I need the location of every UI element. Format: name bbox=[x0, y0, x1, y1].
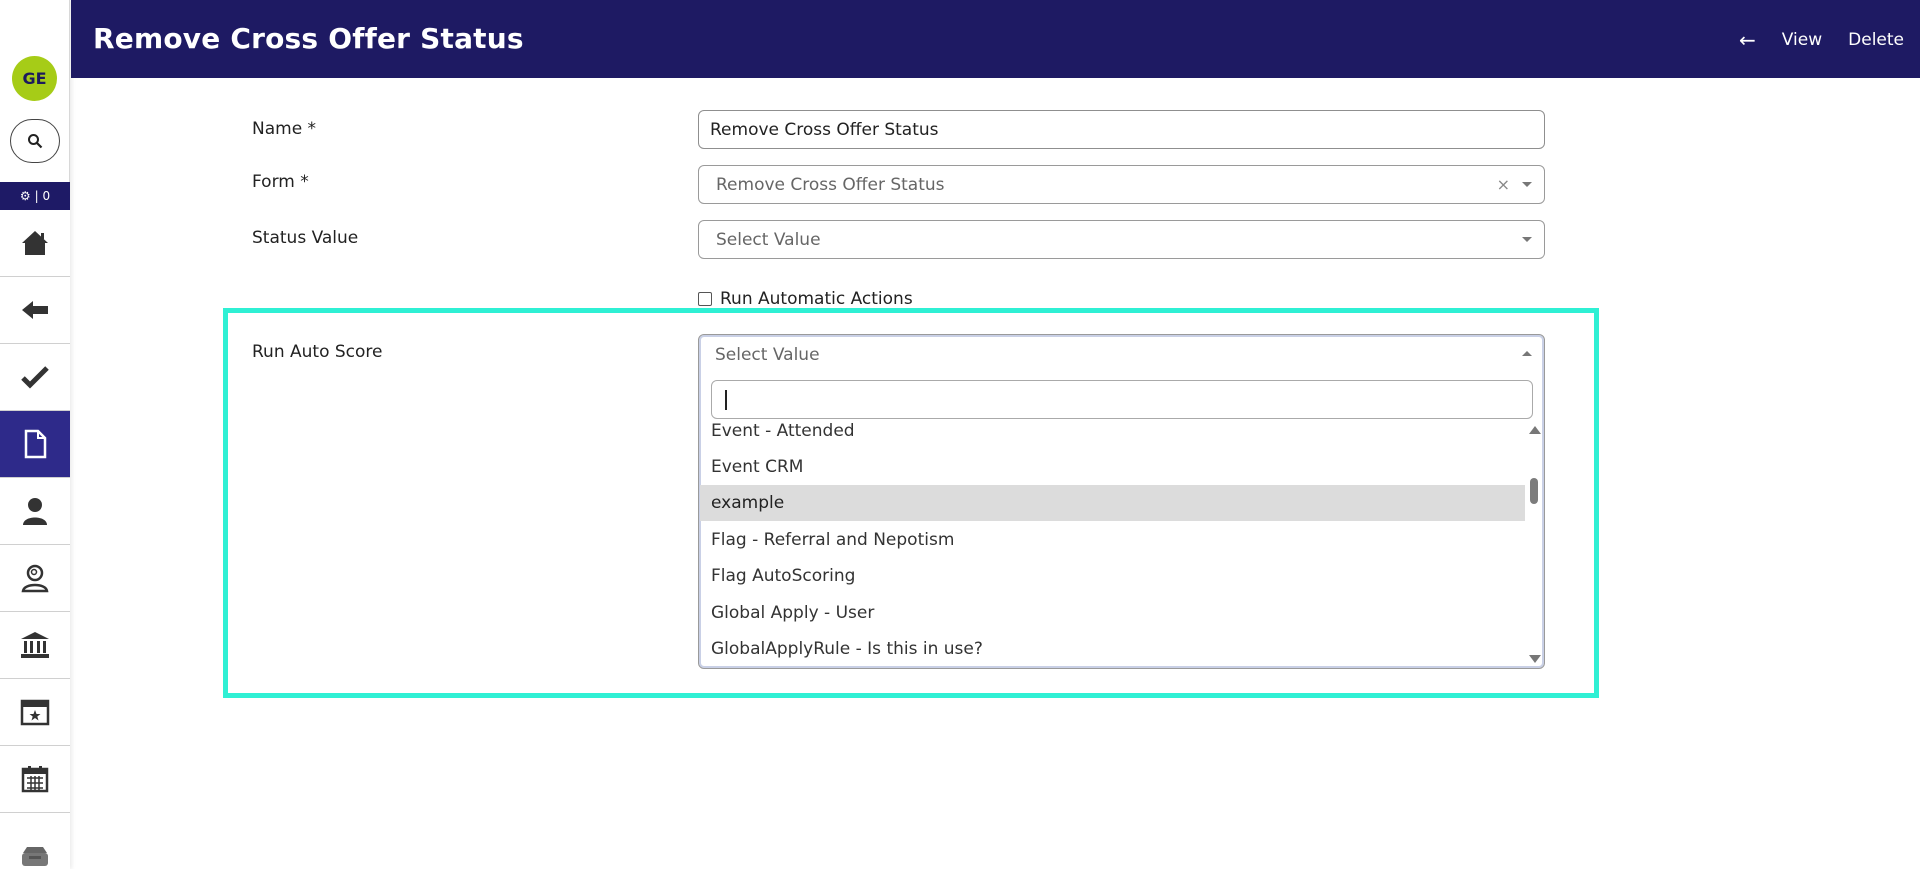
document-icon bbox=[24, 429, 47, 459]
search-icon bbox=[28, 134, 43, 149]
name-label: Name * bbox=[252, 119, 317, 139]
dropdown-option[interactable]: GlobalApplyRule - Is this in use? bbox=[700, 631, 1525, 667]
nav-forms[interactable] bbox=[0, 411, 70, 478]
search-button[interactable] bbox=[10, 119, 60, 163]
nav-tasks[interactable] bbox=[0, 344, 70, 411]
status-value-label: Status Value bbox=[252, 228, 359, 248]
chevron-up-icon bbox=[1522, 351, 1532, 356]
view-link[interactable]: View bbox=[1782, 30, 1822, 50]
settings-strip[interactable]: ⚙ | 0 bbox=[0, 182, 70, 210]
run-automatic-actions-label[interactable]: Run Automatic Actions bbox=[720, 289, 913, 309]
status-value-select[interactable]: Select Value bbox=[698, 220, 1545, 259]
name-field[interactable]: Remove Cross Offer Status bbox=[698, 110, 1545, 149]
settings-badge: | 0 bbox=[34, 189, 51, 203]
sidebar: GE ⚙ | 0 bbox=[0, 0, 70, 869]
clear-icon[interactable]: × bbox=[1497, 175, 1510, 194]
calendar-star-icon bbox=[20, 699, 50, 726]
dropdown-option[interactable]: Global Apply - User bbox=[700, 595, 1525, 631]
inbox-icon bbox=[22, 847, 48, 866]
scrollbar-thumb[interactable] bbox=[1530, 478, 1538, 504]
name-value: Remove Cross Offer Status bbox=[710, 119, 939, 140]
avatar[interactable]: GE bbox=[12, 56, 57, 101]
form-label: Form * bbox=[252, 172, 309, 192]
nav-calendar[interactable] bbox=[0, 746, 70, 813]
run-auto-score-dropdown[interactable]: Select Value Event - Attended Event CRM … bbox=[698, 334, 1545, 669]
nav-inbox[interactable] bbox=[0, 813, 70, 869]
dropdown-option-highlighted[interactable]: example bbox=[700, 485, 1525, 521]
nav-people[interactable] bbox=[0, 478, 70, 545]
nav-back[interactable] bbox=[0, 277, 70, 344]
run-automatic-actions-checkbox[interactable] bbox=[698, 292, 712, 306]
back-arrow-icon bbox=[22, 301, 48, 319]
header-actions: ← View Delete bbox=[1739, 28, 1904, 52]
run-auto-score-select[interactable]: Select Value bbox=[699, 335, 1544, 374]
gear-icon: ⚙ bbox=[19, 189, 31, 203]
delete-link[interactable]: Delete bbox=[1848, 30, 1904, 50]
run-auto-score-placeholder: Select Value bbox=[715, 344, 820, 365]
nav-events[interactable] bbox=[0, 679, 70, 746]
checkmark-icon bbox=[21, 366, 49, 389]
chevron-down-icon bbox=[1522, 237, 1532, 242]
nav-home[interactable] bbox=[0, 210, 70, 277]
run-auto-score-label: Run Auto Score bbox=[252, 342, 383, 362]
form-select-value: Remove Cross Offer Status bbox=[716, 174, 945, 195]
nav-institution[interactable] bbox=[0, 612, 70, 679]
home-icon bbox=[22, 231, 48, 255]
dropdown-option[interactable]: Event CRM bbox=[700, 449, 1525, 485]
scroll-down-icon[interactable] bbox=[1529, 655, 1541, 663]
dropdown-options-list[interactable]: Event - Attended Event CRM example Flag … bbox=[700, 421, 1525, 668]
bank-icon bbox=[21, 632, 49, 658]
header-bar: Remove Cross Offer Status ← View Delete bbox=[71, 0, 1920, 78]
person-icon bbox=[23, 498, 47, 525]
page-title: Remove Cross Offer Status bbox=[93, 22, 524, 55]
back-arrow-icon[interactable]: ← bbox=[1739, 28, 1756, 52]
run-automatic-actions-row: Run Automatic Actions bbox=[698, 289, 913, 309]
scroll-up-icon[interactable] bbox=[1529, 426, 1541, 434]
dropdown-option[interactable]: Event - Attended bbox=[700, 421, 1525, 449]
dropdown-search-input[interactable] bbox=[711, 380, 1533, 419]
dropdown-option[interactable]: Flag - Referral and Nepotism bbox=[700, 522, 1525, 558]
dropdown-scrollbar[interactable] bbox=[1526, 421, 1542, 668]
dropdown-option[interactable]: Flag AutoScoring bbox=[700, 558, 1525, 594]
text-cursor bbox=[725, 390, 727, 410]
form-select[interactable]: Remove Cross Offer Status × bbox=[698, 165, 1545, 204]
nav-person-search[interactable] bbox=[0, 545, 70, 612]
calendar-icon bbox=[21, 766, 49, 793]
status-value-placeholder: Select Value bbox=[716, 229, 821, 250]
chevron-down-icon bbox=[1522, 182, 1532, 187]
person-search-icon bbox=[21, 564, 49, 593]
